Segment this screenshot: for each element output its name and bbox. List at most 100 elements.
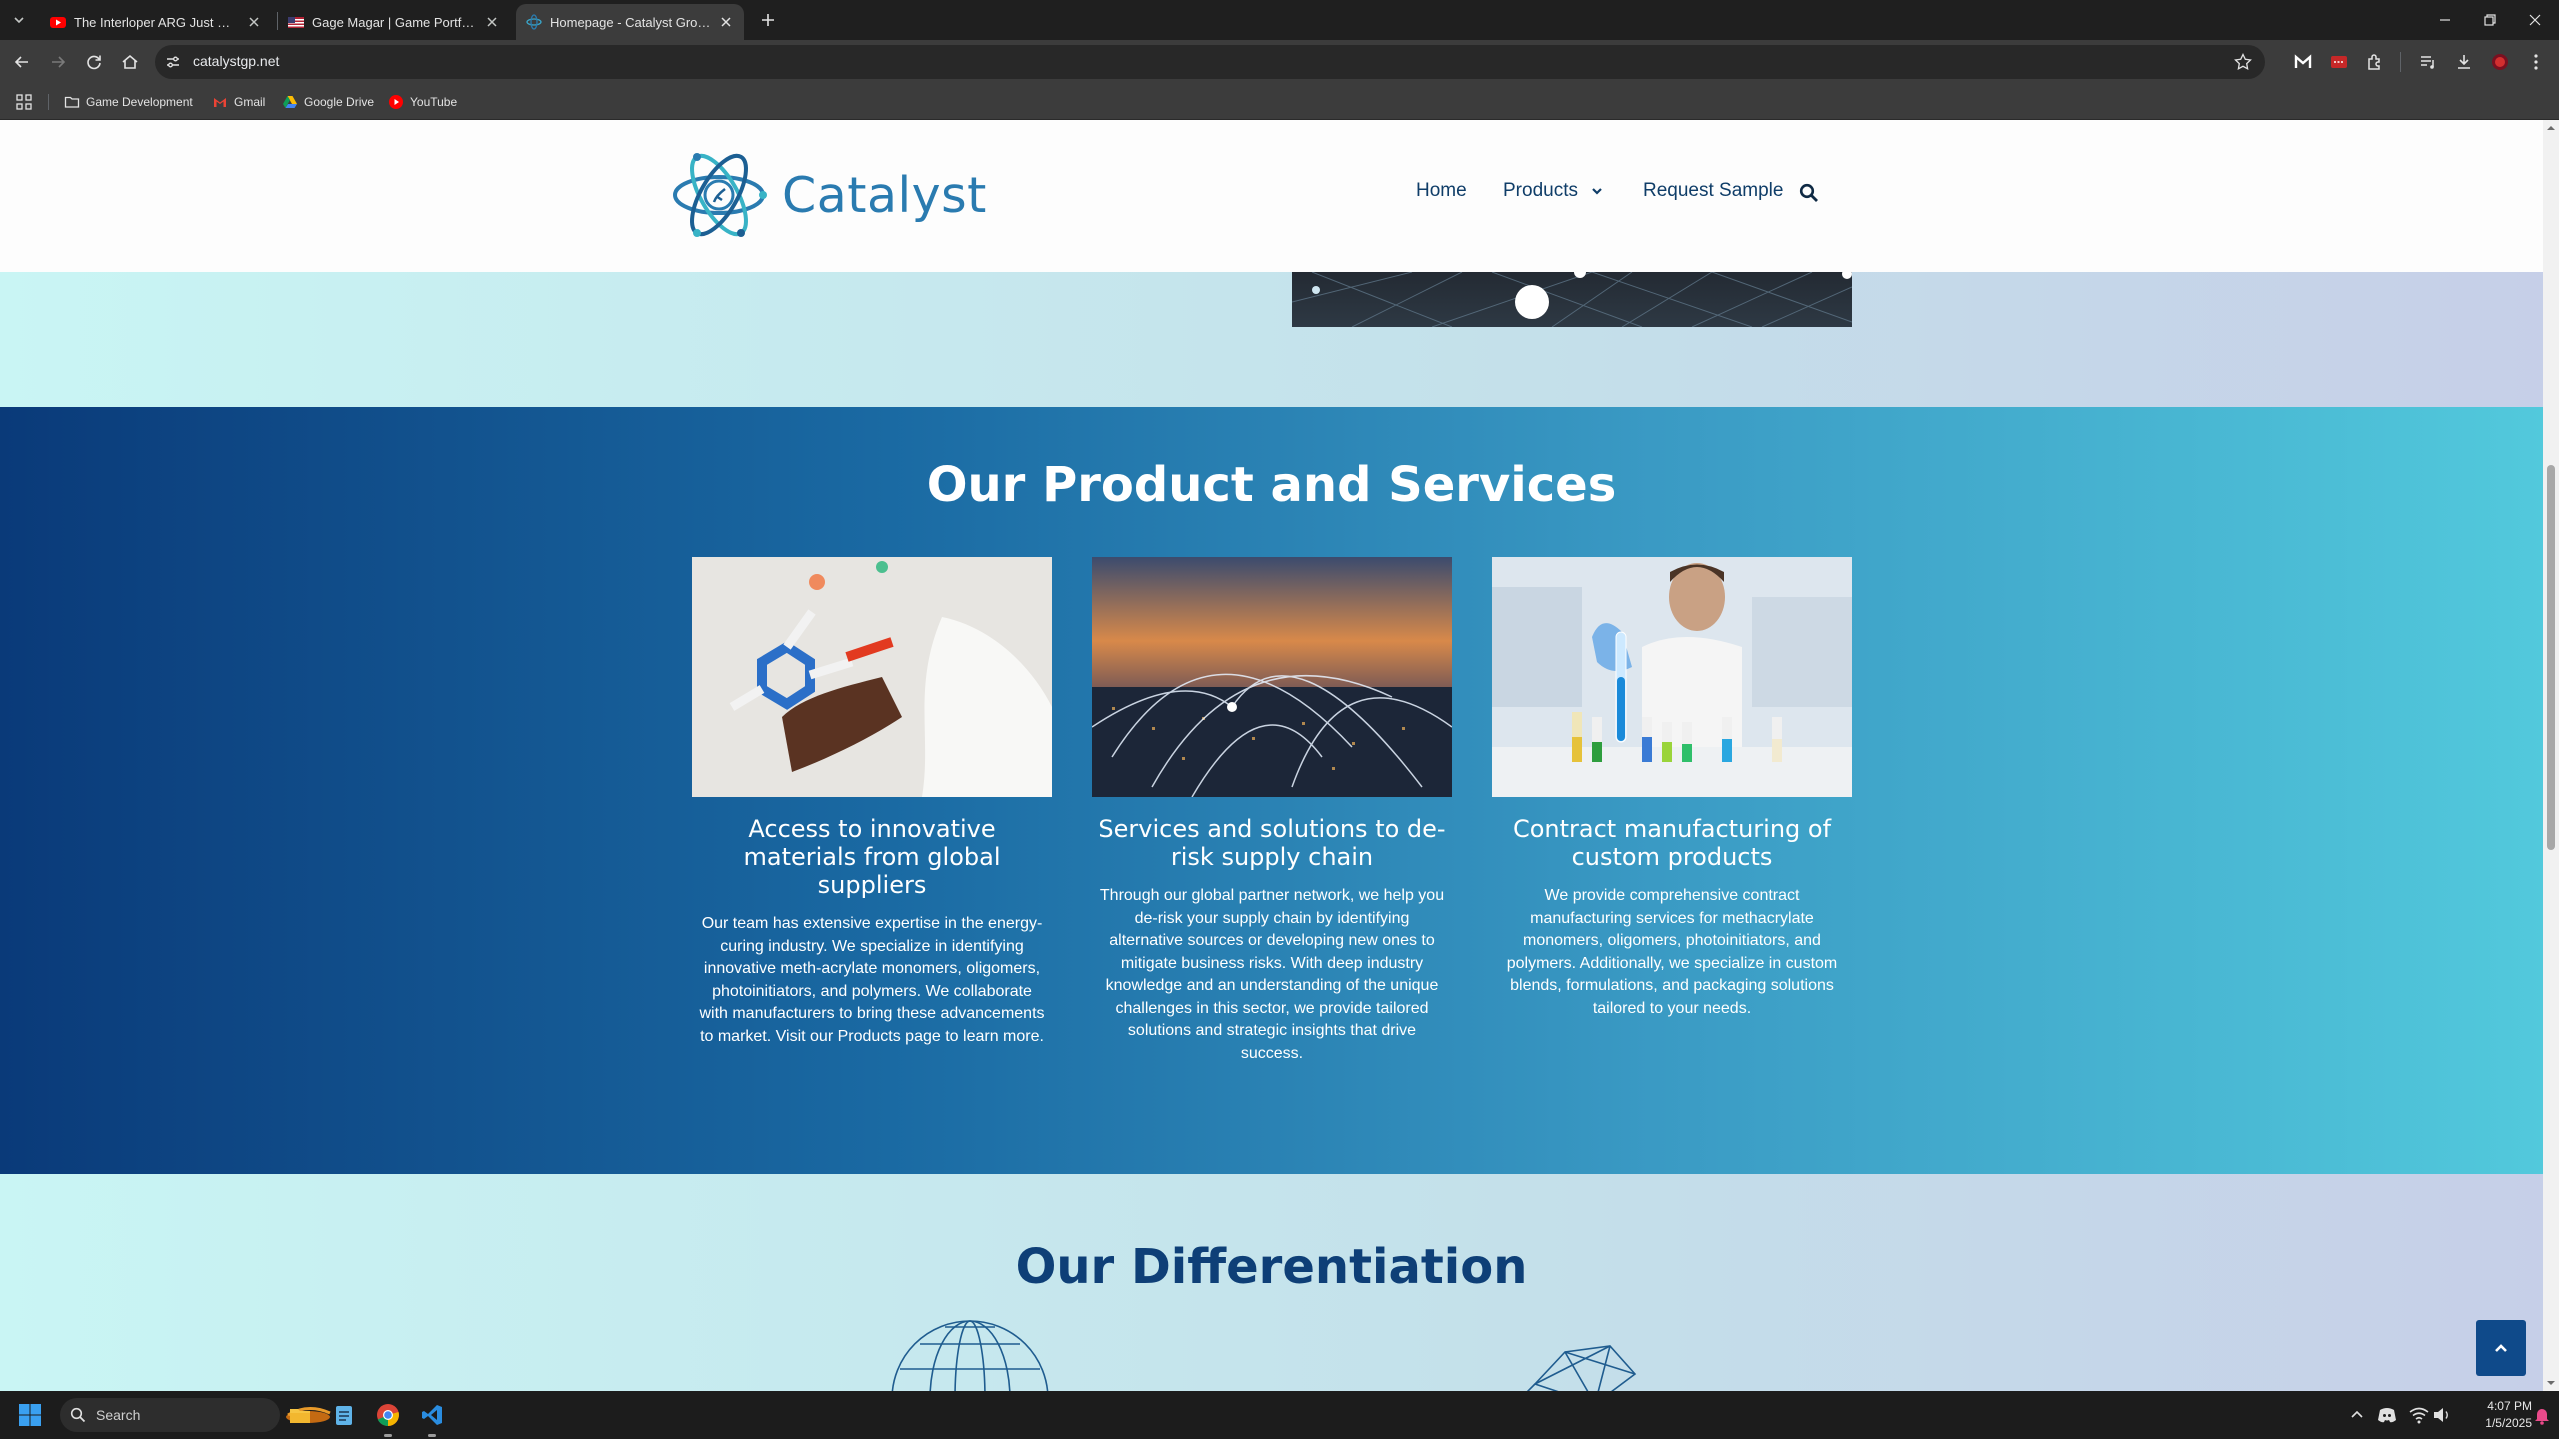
browser-toolbar: catalystgp.net — [0, 40, 2559, 84]
forward-arrow-icon[interactable] — [48, 52, 68, 72]
globe-icon — [891, 1320, 1049, 1391]
network-mesh-icon — [1526, 1345, 1637, 1391]
address-bar[interactable]: catalystgp.net — [155, 45, 2265, 79]
nav-products-label: Products — [1503, 180, 1578, 201]
more-menu-icon[interactable] — [2526, 52, 2546, 72]
differentiation-section: Our Differentiation — [0, 1174, 2543, 1391]
youtube-icon — [389, 95, 403, 109]
scientist-test-tubes-photo — [1492, 557, 1852, 797]
home-icon[interactable] — [120, 52, 140, 72]
scroll-to-top-button[interactable] — [2476, 1320, 2526, 1376]
windows-start-icon[interactable] — [18, 1403, 42, 1427]
minimize-icon[interactable] — [2435, 10, 2455, 30]
reload-icon[interactable] — [84, 52, 104, 72]
scrollbar-thumb[interactable] — [2547, 465, 2555, 850]
chrome-running-indicator — [384, 1434, 392, 1437]
service-card-contract-manufacturing: Contract manufacturing of custom product… — [1492, 557, 1852, 1020]
profile-avatar-icon[interactable] — [2490, 52, 2510, 72]
differentiation-title: Our Differentiation — [1015, 1239, 1528, 1295]
chevron-up-icon — [2495, 1344, 2507, 1352]
chevron-down-icon — [14, 17, 24, 24]
nav-home[interactable]: Home — [1416, 180, 1467, 202]
close-icon[interactable] — [246, 14, 262, 30]
service-card-materials: Access to innovative materials from glob… — [692, 557, 1052, 1048]
catalyst-atom-logo-icon — [673, 153, 767, 237]
media-controls-icon[interactable] — [2418, 52, 2438, 72]
extension-m-icon[interactable] — [2293, 52, 2313, 72]
service-card-title: Services and solutions to de-risk supply… — [1098, 815, 1446, 871]
gmail-icon — [214, 98, 226, 107]
services-section: Our Product and Services Access to innov… — [0, 407, 2543, 1174]
restore-icon[interactable] — [2480, 10, 2500, 30]
nav-request-sample-label: Request Sample — [1643, 180, 1784, 201]
wifi-icon[interactable] — [2407, 1403, 2431, 1427]
close-window-icon[interactable] — [2525, 10, 2545, 30]
service-card-title: Access to innovative materials from glob… — [743, 815, 1001, 899]
tab-title: The Interloper ARG Just Got Mo — [74, 14, 240, 30]
bookmark-label: Game Development — [86, 95, 193, 109]
extension-red-icon[interactable] — [2329, 52, 2349, 72]
toolbar-separator — [2400, 52, 2401, 72]
network-graphic — [1292, 272, 1852, 327]
tab-gage-magar[interactable]: Gage Magar | Game Portfolio — [278, 4, 510, 40]
notification-bell-icon[interactable] — [2530, 1403, 2554, 1427]
city-network-photo — [1092, 557, 1452, 797]
apps-grid-icon[interactable] — [16, 94, 32, 110]
new-tab-icon[interactable] — [756, 8, 780, 32]
bookmark-game-development[interactable]: Game Development — [64, 92, 193, 112]
service-card-body: Through our global partner network, we h… — [1099, 887, 1445, 1062]
bookmark-label: YouTube — [410, 95, 458, 109]
bookmark-gmail[interactable]: Gmail — [212, 92, 265, 112]
chevron-up-icon[interactable] — [2345, 1403, 2369, 1427]
taskbar-search-placeholder: Search — [96, 1407, 141, 1423]
bookmarks-bar: Game Development Gmail Google Drive YouT… — [0, 84, 2559, 120]
search-icon[interactable] — [1799, 183, 1819, 203]
nav-products[interactable]: Products — [1503, 180, 1604, 202]
web-page: Catalyst Home Products Request Sample Ou… — [0, 120, 2543, 1391]
windows-taskbar: Search 4:07 PM 1/5/2025 — [0, 1391, 2559, 1439]
discord-icon[interactable] — [2375, 1403, 2399, 1427]
catalyst-icon — [526, 14, 542, 30]
bookmark-youtube[interactable]: YouTube — [388, 92, 457, 112]
site-logo[interactable]: Catalyst — [670, 140, 987, 250]
search-icon — [70, 1407, 86, 1423]
tab-catalyst[interactable]: Homepage - Catalyst Growth Pa — [516, 4, 744, 40]
nav-request-sample[interactable]: Request Sample — [1643, 180, 1783, 202]
bookmarks-separator — [48, 94, 49, 110]
bookmark-google-drive[interactable]: Google Drive — [282, 92, 374, 112]
taskbar-search-box[interactable]: Search — [60, 1398, 331, 1432]
drive-icon — [283, 96, 297, 108]
page-scrollbar[interactable] — [2543, 120, 2559, 1391]
folder-icon — [64, 96, 80, 108]
service-card-title: Contract manufacturing of custom product… — [1512, 815, 1832, 871]
services-title: Our Product and Services — [926, 457, 1617, 513]
site-header: Catalyst Home Products Request Sample — [0, 120, 2543, 272]
scroll-up-arrow-icon[interactable] — [2547, 124, 2555, 132]
nav-home-label: Home — [1416, 180, 1467, 201]
back-arrow-icon[interactable] — [12, 52, 32, 72]
hero-image — [1292, 272, 1852, 327]
bookmark-label: Gmail — [234, 95, 266, 109]
tab-title: Gage Magar | Game Portfolio — [312, 14, 478, 30]
site-info-icon[interactable] — [165, 54, 181, 70]
tab-interloper[interactable]: The Interloper ARG Just Got Mo — [40, 4, 272, 40]
chevron-down-icon — [1592, 188, 1602, 195]
bookmark-label: Google Drive — [304, 95, 375, 109]
download-icon[interactable] — [2454, 52, 2474, 72]
taskbar-clock[interactable]: 4:07 PM 1/5/2025 — [2440, 1398, 2532, 1432]
scroll-down-arrow-icon[interactable] — [2547, 1379, 2555, 1387]
bookmark-star-icon[interactable] — [2233, 52, 2253, 72]
tab-search-button[interactable] — [8, 8, 30, 32]
portfolio-flag-icon — [288, 17, 304, 28]
close-icon[interactable] — [718, 14, 734, 30]
chrome-icon[interactable] — [376, 1403, 400, 1427]
clock-time: 4:07 PM — [2487, 1399, 2532, 1413]
extensions-puzzle-icon[interactable] — [2365, 52, 2385, 72]
file-explorer-icon[interactable] — [288, 1403, 312, 1427]
vscode-icon[interactable] — [420, 1403, 444, 1427]
browser-tab-strip: The Interloper ARG Just Got Mo Gage Maga… — [0, 0, 2559, 40]
service-card-body: Our team has extensive expertise in the … — [699, 915, 1045, 1045]
clock-date: 1/5/2025 — [2485, 1416, 2532, 1430]
close-icon[interactable] — [484, 14, 500, 30]
notepad-icon[interactable] — [332, 1403, 356, 1427]
